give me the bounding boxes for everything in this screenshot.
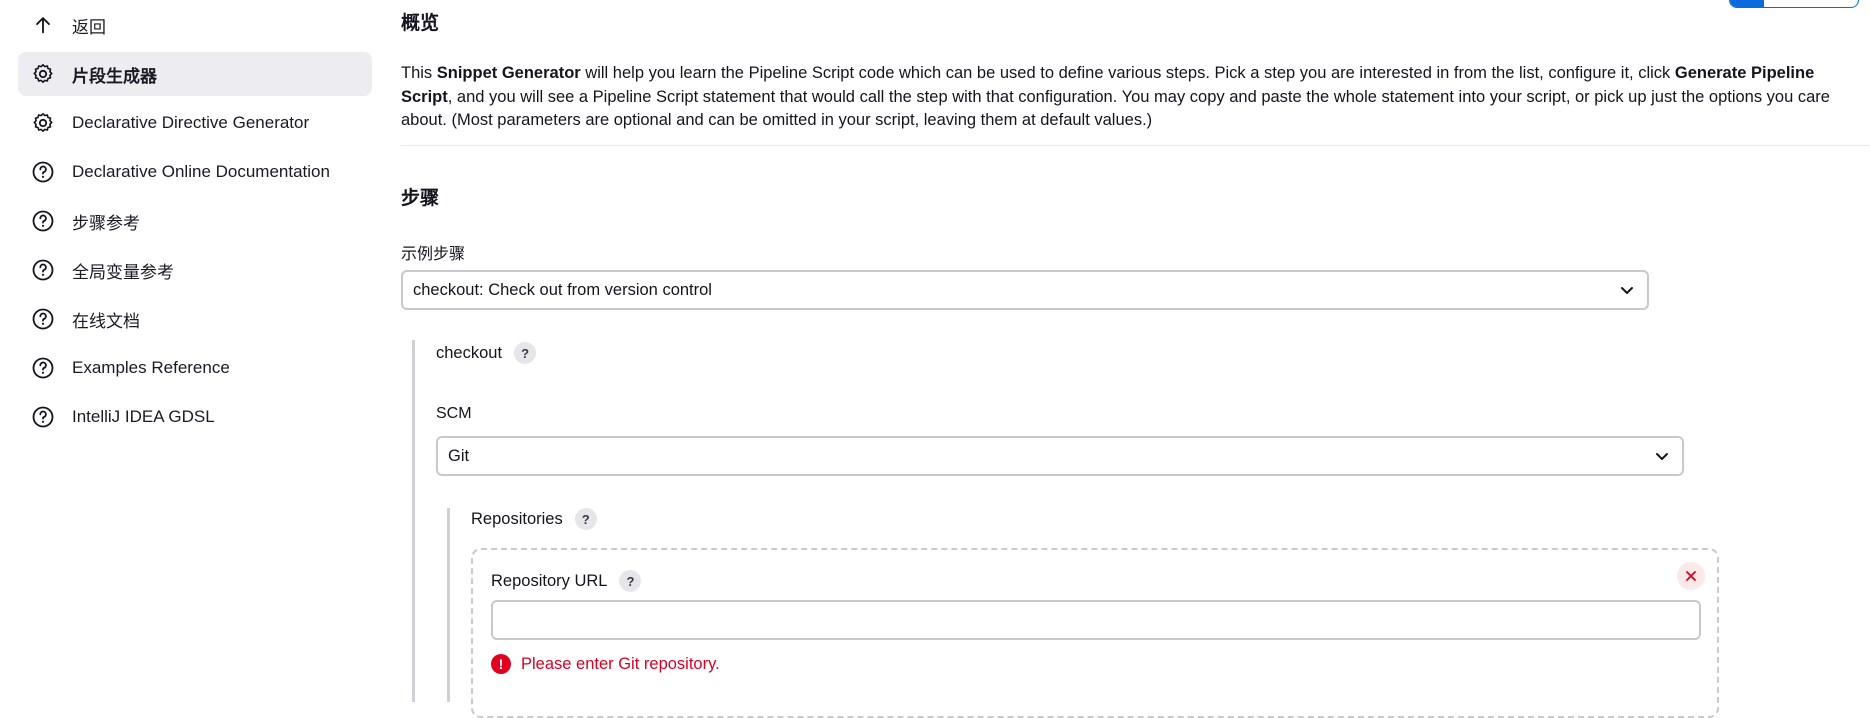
sidebar-item-label: IntelliJ IDEA GDSL bbox=[72, 407, 215, 426]
sidebar-item[interactable]: 步骤参考 bbox=[18, 199, 372, 243]
main-content: 概览 This Snippet Generator will help you … bbox=[401, 0, 1870, 718]
sidebar-item-label: Declarative Online Documentation bbox=[72, 162, 330, 181]
repo-url-input[interactable] bbox=[491, 600, 1701, 640]
repo-url-error-text: Please enter Git repository. bbox=[521, 654, 720, 673]
repo-url-help-icon[interactable]: ? bbox=[619, 570, 642, 592]
checkout-help-icon[interactable]: ? bbox=[514, 342, 537, 364]
sidebar-item[interactable]: 片段生成器 bbox=[18, 52, 372, 96]
steps-title: 步骤 bbox=[401, 188, 440, 209]
sample-step-label: 示例步骤 bbox=[401, 246, 466, 263]
chevron-down-icon bbox=[1621, 287, 1633, 294]
sidebar-item-label: 片段生成器 bbox=[72, 66, 157, 86]
sidebar-item-label: 返回 bbox=[72, 17, 106, 37]
sample-step-select[interactable]: checkout: Check out from version control bbox=[401, 270, 1649, 310]
sidebar-item[interactable]: 在线文档 bbox=[18, 297, 372, 341]
sidebar-item[interactable]: IntelliJ IDEA GDSL bbox=[18, 395, 372, 439]
scm-select[interactable]: Git bbox=[436, 436, 1684, 476]
help-circle-icon bbox=[30, 355, 56, 381]
help-circle-icon bbox=[30, 257, 56, 283]
sidebar-item[interactable]: 返回 bbox=[18, 3, 372, 47]
gear-icon bbox=[30, 110, 56, 136]
overview-title: 概览 bbox=[401, 13, 440, 34]
close-icon bbox=[1686, 571, 1696, 581]
help-circle-icon bbox=[30, 159, 56, 185]
sidebar-item-label: 在线文档 bbox=[72, 311, 140, 331]
repositories-label: Repositories bbox=[471, 509, 563, 528]
gear-icon bbox=[30, 61, 56, 87]
sidebar-item-label: Declarative Directive Generator bbox=[72, 113, 310, 132]
checkout-indent-bar bbox=[412, 340, 415, 702]
scm-value: Git bbox=[448, 446, 470, 465]
arrow-up-icon bbox=[30, 12, 56, 38]
delete-repository-button[interactable] bbox=[1677, 562, 1705, 590]
sidebar-item[interactable]: Declarative Online Documentation bbox=[18, 150, 372, 194]
checkout-label: checkout bbox=[436, 343, 503, 362]
sidebar-item-label: 步骤参考 bbox=[72, 213, 140, 233]
chevron-down-icon bbox=[1656, 453, 1668, 460]
overview-description: This Snippet Generator will help you lea… bbox=[401, 64, 1830, 129]
section-divider bbox=[401, 145, 1870, 146]
top-action-button[interactable] bbox=[1729, 0, 1859, 8]
help-circle-icon bbox=[30, 306, 56, 332]
repo-url-label-row: Repository URL ? bbox=[491, 568, 642, 594]
checkout-label-row: checkout ? bbox=[436, 340, 537, 366]
repo-url-error: ! Please enter Git repository. bbox=[491, 654, 720, 674]
sidebar-item-label: 全局变量参考 bbox=[72, 262, 174, 282]
sidebar-item-label: Examples Reference bbox=[72, 358, 230, 377]
help-circle-icon bbox=[30, 404, 56, 430]
sample-step-value: checkout: Check out from version control bbox=[413, 280, 712, 299]
repositories-label-row: Repositories ? bbox=[471, 506, 597, 532]
repository-card: Repository URL ? ! Please enter Git repo… bbox=[471, 548, 1719, 718]
error-icon: ! bbox=[491, 654, 511, 674]
sidebar-item[interactable]: Declarative Directive Generator bbox=[18, 101, 372, 145]
scm-label: SCM bbox=[436, 405, 472, 422]
sidebar-item[interactable]: Examples Reference bbox=[18, 346, 372, 390]
repo-url-label: Repository URL bbox=[491, 571, 608, 590]
help-circle-icon bbox=[30, 208, 56, 234]
sidebar-item[interactable]: 全局变量参考 bbox=[18, 248, 372, 292]
repositories-help-icon[interactable]: ? bbox=[574, 508, 597, 530]
repositories-indent-bar bbox=[447, 508, 450, 702]
